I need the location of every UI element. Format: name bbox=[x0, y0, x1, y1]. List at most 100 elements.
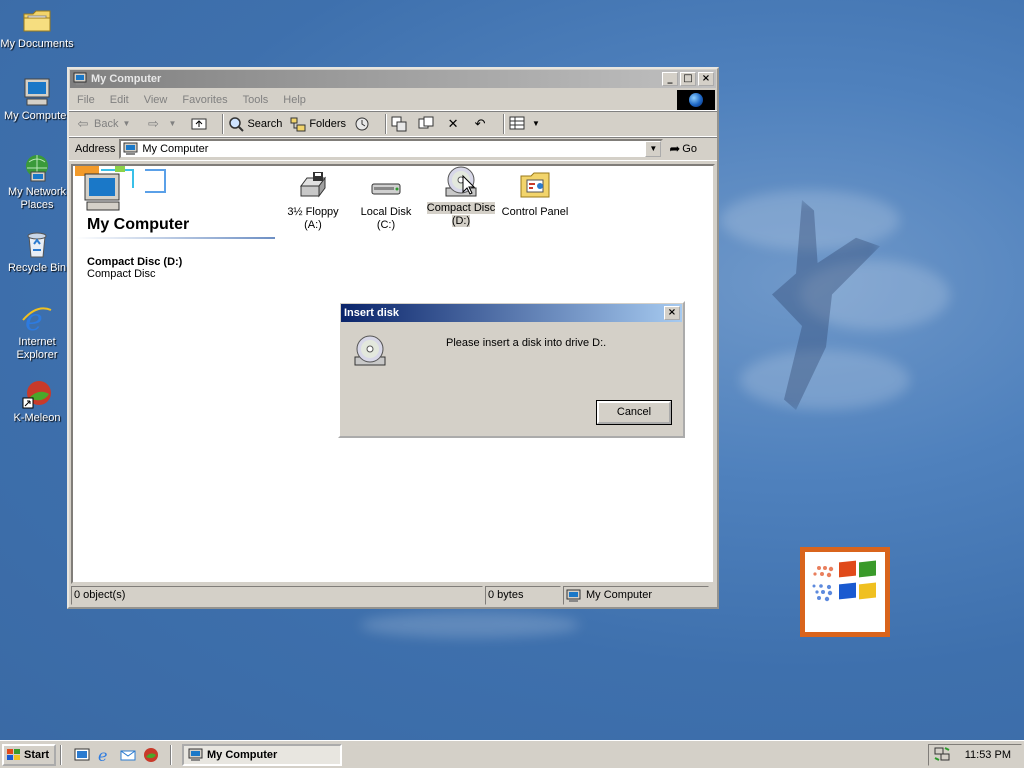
taskbar-button-my-computer[interactable]: My Computer bbox=[182, 743, 342, 766]
cancel-button[interactable]: Cancel bbox=[596, 400, 672, 425]
address-value: My Computer bbox=[142, 143, 209, 155]
menu-tools[interactable]: Tools bbox=[243, 94, 269, 106]
menu-view[interactable]: View bbox=[144, 94, 168, 106]
taskbar-separator bbox=[170, 744, 172, 765]
window-title: My Computer bbox=[91, 73, 162, 85]
copy-to-icon bbox=[418, 116, 434, 132]
move-to-icon bbox=[391, 116, 407, 132]
cloud bbox=[740, 350, 910, 410]
menu-help[interactable]: Help bbox=[283, 94, 306, 106]
go-arrow-icon: ➦ bbox=[669, 141, 681, 156]
selected-item-name: Compact Disc (D:) bbox=[87, 256, 183, 268]
selection-info: Compact Disc (D:) Compact Disc bbox=[87, 256, 182, 280]
globe-throbber-icon bbox=[677, 90, 715, 110]
maximize-button[interactable]: □ bbox=[680, 72, 696, 86]
taskbar-separator bbox=[60, 744, 62, 765]
dialog-message: Please insert a disk into drive D:. bbox=[446, 337, 607, 349]
menu-bar: File Edit View Favorites Tools Help bbox=[69, 89, 717, 111]
computer-icon bbox=[73, 72, 87, 85]
copy-to-button[interactable] bbox=[418, 116, 437, 132]
back-button[interactable]: ⇦ Back ▼ bbox=[75, 116, 137, 132]
dialog-close-button[interactable]: × bbox=[664, 306, 680, 320]
dialog-titlebar[interactable]: Insert disk × bbox=[341, 304, 682, 322]
left-info-pane: My Computer Compact Disc (D:) Compact Di… bbox=[75, 166, 275, 582]
my-computer-banner: My Computer bbox=[75, 166, 275, 239]
back-arrow-icon: ⇦ bbox=[77, 116, 89, 131]
desktop-icon-label: Internet Explorer bbox=[16, 336, 58, 361]
search-icon bbox=[228, 116, 245, 132]
views-button[interactable]: ▼ bbox=[509, 116, 547, 132]
network-icon bbox=[21, 152, 53, 184]
desktop-icon-label: K-Meleon bbox=[13, 412, 61, 424]
toolbar-separator bbox=[385, 114, 388, 134]
undo-button[interactable]: ↶ bbox=[472, 116, 491, 132]
item-compact-disc[interactable]: Compact Disc (D:) bbox=[426, 166, 496, 228]
selected-item-type: Compact Disc bbox=[87, 268, 156, 280]
status-zone-label: My Computer bbox=[586, 589, 653, 601]
task-label: My Computer bbox=[207, 748, 278, 761]
item-local-disk[interactable]: Local Disk (C:) bbox=[351, 170, 421, 232]
history-button[interactable] bbox=[354, 116, 373, 132]
internet-explorer-icon[interactable]: e bbox=[97, 746, 113, 765]
menu-file[interactable]: File bbox=[77, 94, 95, 106]
outlook-express-icon[interactable] bbox=[120, 747, 136, 763]
desktop-icon-recycle-bin[interactable]: Recycle Bin bbox=[0, 228, 74, 275]
computer-icon bbox=[566, 589, 581, 602]
folders-button[interactable]: Folders bbox=[290, 116, 346, 132]
minimize-button[interactable]: _ bbox=[662, 72, 678, 86]
go-button[interactable]: ➦ Go bbox=[669, 141, 697, 157]
cd-drive-icon bbox=[445, 166, 477, 198]
desktop-icon-my-computer[interactable]: My Computer bbox=[0, 76, 74, 123]
computer-icon bbox=[21, 76, 53, 108]
address-input[interactable]: My Computer ▼ bbox=[119, 139, 664, 159]
control-panel-icon bbox=[519, 170, 551, 202]
address-dropdown-button[interactable]: ▼ bbox=[645, 141, 662, 157]
windows-logo-icon bbox=[800, 547, 890, 637]
hard-disk-icon bbox=[370, 170, 402, 202]
address-bar: Address My Computer ▼ ➦ Go bbox=[69, 137, 717, 161]
desktop-icon-my-documents[interactable]: My Documents bbox=[0, 4, 74, 51]
search-button[interactable]: Search bbox=[228, 116, 282, 132]
windows-flag-icon bbox=[7, 748, 20, 760]
history-icon bbox=[354, 116, 370, 132]
status-object-count: 0 object(s) bbox=[71, 586, 483, 605]
item-label: Control Panel bbox=[501, 206, 569, 218]
desktop-icon-internet-explorer[interactable]: e Internet Explorer bbox=[0, 302, 74, 362]
forward-button[interactable]: ⇨ ▼ bbox=[145, 116, 183, 132]
status-size: 0 bytes bbox=[485, 586, 561, 605]
menu-edit[interactable]: Edit bbox=[110, 94, 129, 106]
up-folder-button[interactable] bbox=[191, 116, 210, 132]
menu-favorites[interactable]: Favorites bbox=[182, 94, 227, 106]
k-meleon-icon[interactable] bbox=[143, 747, 159, 763]
left-pane-heading: My Computer bbox=[87, 216, 190, 233]
window-titlebar[interactable]: My Computer _ □ × bbox=[70, 70, 716, 88]
computer-icon bbox=[188, 748, 203, 761]
start-button[interactable]: Start bbox=[2, 743, 56, 766]
up-folder-icon bbox=[191, 116, 207, 132]
folder-icon bbox=[21, 4, 53, 36]
delete-x-icon: ✕ bbox=[447, 116, 459, 131]
go-label: Go bbox=[682, 143, 697, 155]
item-control-panel[interactable]: Control Panel bbox=[500, 170, 570, 219]
status-zone: My Computer bbox=[563, 586, 709, 605]
close-button[interactable]: × bbox=[698, 72, 714, 86]
address-label: Address bbox=[75, 143, 116, 155]
insert-disk-dialog: Insert disk × Please insert a disk into … bbox=[338, 301, 685, 438]
svg-text:e: e bbox=[98, 747, 107, 763]
taskbar: Start e My Computer 11:53 PM bbox=[0, 740, 1024, 768]
undo-icon: ↶ bbox=[474, 116, 486, 131]
status-bar: 0 object(s) 0 bytes My Computer bbox=[71, 586, 715, 606]
clock[interactable]: 11:53 PM bbox=[965, 749, 1011, 761]
show-desktop-icon[interactable] bbox=[74, 747, 90, 763]
quick-launch: e bbox=[74, 746, 166, 765]
k-meleon-icon bbox=[21, 378, 53, 410]
chevron-down-icon: ▼ bbox=[168, 119, 177, 128]
desktop-icon-label: My Network Places bbox=[7, 186, 67, 211]
desktop-icon-my-network-places[interactable]: My Network Places bbox=[0, 152, 74, 212]
move-to-button[interactable] bbox=[391, 116, 410, 132]
item-floppy-drive[interactable]: 3½ Floppy (A:) bbox=[278, 170, 348, 232]
network-tray-icon[interactable] bbox=[933, 746, 951, 765]
forward-arrow-icon: ⇨ bbox=[148, 116, 159, 131]
delete-button[interactable]: ✕ bbox=[445, 116, 464, 132]
desktop-icon-k-meleon[interactable]: K-Meleon bbox=[0, 378, 74, 425]
